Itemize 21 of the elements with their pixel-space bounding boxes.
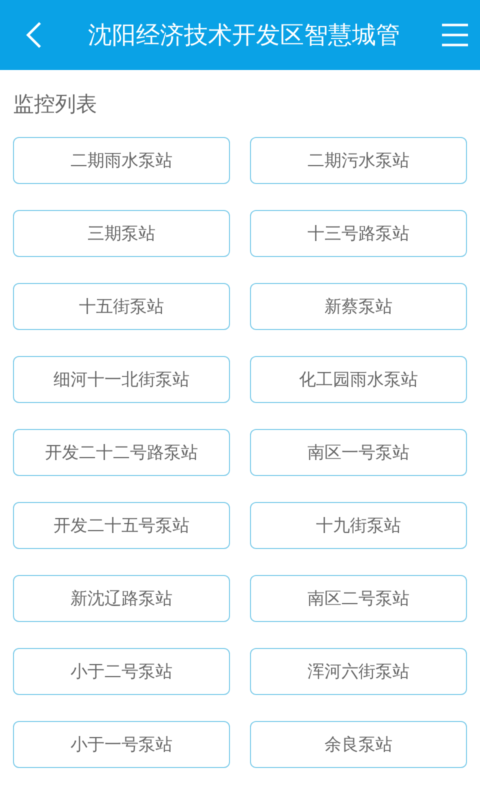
station-button[interactable]: 十五街泵站 xyxy=(13,283,230,330)
station-button[interactable]: 余良泵站 xyxy=(250,721,467,768)
station-button[interactable]: 开发二十二号路泵站 xyxy=(13,429,230,476)
station-button[interactable]: 新沈辽路泵站 xyxy=(13,575,230,622)
station-button[interactable]: 小于二号泵站 xyxy=(13,648,230,695)
station-button[interactable]: 南区一号泵站 xyxy=(250,429,467,476)
station-button[interactable]: 二期雨水泵站 xyxy=(13,137,230,184)
menu-icon[interactable] xyxy=(442,23,468,47)
station-button[interactable]: 新蔡泵站 xyxy=(250,283,467,330)
station-button[interactable]: 细河十一北街泵站 xyxy=(13,356,230,403)
station-button[interactable]: 南区二号泵站 xyxy=(250,575,467,622)
station-button[interactable]: 十九街泵站 xyxy=(250,502,467,549)
station-button[interactable]: 化工园雨水泵站 xyxy=(250,356,467,403)
section-title: 监控列表 xyxy=(13,90,98,118)
station-button[interactable]: 小于一号泵站 xyxy=(13,721,230,768)
app-title: 沈阳经济技术开发区智慧城管 xyxy=(87,20,401,51)
station-button[interactable]: 三期泵站 xyxy=(13,210,230,257)
station-button[interactable]: 二期污水泵站 xyxy=(250,137,467,184)
station-button[interactable]: 十三号路泵站 xyxy=(250,210,467,257)
station-button[interactable]: 开发二十五号泵站 xyxy=(13,502,230,549)
station-button[interactable]: 浑河六街泵站 xyxy=(250,648,467,695)
